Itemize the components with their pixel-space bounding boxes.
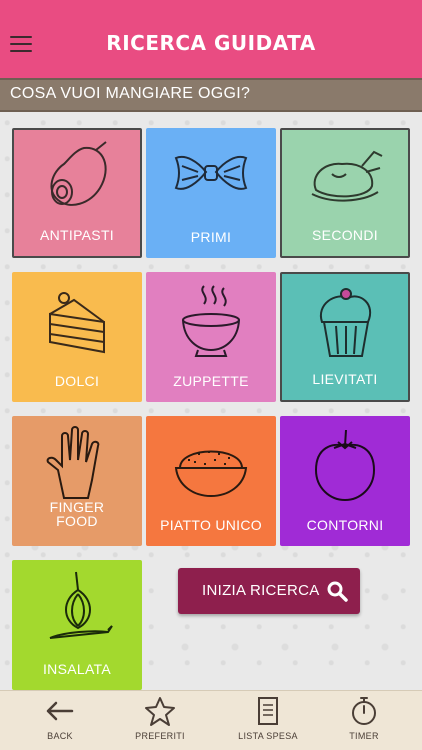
stopwatch-icon [352, 697, 376, 725]
tab-label: TIMER [349, 731, 379, 741]
hand-icon [12, 424, 142, 504]
question-text: COSA VUOI MANGIARE OGGI? [10, 85, 251, 102]
category-label: ZUPPETTE [173, 373, 249, 389]
category-primi[interactable]: PRIMI [146, 128, 276, 258]
start-search-button[interactable]: INIZIA RICERCA [178, 568, 360, 614]
category-contorni[interactable]: CONTORNI [280, 416, 410, 546]
tab-back[interactable]: BACK [20, 695, 100, 749]
tomato-icon [280, 424, 410, 504]
roast-chicken-icon [282, 138, 408, 218]
category-insalata[interactable]: INSALATA [12, 560, 142, 690]
category-label: CONTORNI [306, 517, 384, 533]
tab-preferiti[interactable]: PREFERITI [120, 695, 200, 749]
soup-bowl-icon [146, 280, 276, 360]
category-lievitati[interactable]: LIEVITATI [280, 272, 410, 402]
category-label: PRIMI [190, 229, 232, 245]
tab-label: LISTA SPESA [238, 731, 298, 741]
back-arrow-icon [46, 701, 74, 721]
header: RICERCA GUIDATA [0, 0, 422, 78]
category-secondi[interactable]: SECONDI [280, 128, 410, 258]
category-label: PIATTO UNICO [160, 517, 262, 533]
tab-label: BACK [47, 731, 73, 741]
category-piatto-unico[interactable]: PIATTO UNICO [146, 416, 276, 546]
category-finger-food[interactable]: FINGER FOOD [12, 416, 142, 546]
tab-timer[interactable]: TIMER [324, 695, 404, 749]
category-zuppette[interactable]: ZUPPETTE [146, 272, 276, 402]
category-label: DOLCI [54, 373, 100, 389]
start-search-label: INIZIA RICERCA [202, 582, 320, 599]
rice-bowl-icon [146, 424, 276, 504]
star-icon [145, 697, 175, 726]
category-label: SECONDI [312, 227, 378, 243]
category-dolci[interactable]: DOLCI [12, 272, 142, 402]
notepad-icon [258, 697, 278, 725]
ham-icon [14, 138, 140, 218]
bottom-tab-bar: BACK PREFERITI LISTA SPESA TIMER [0, 690, 422, 750]
cake-slice-icon [12, 280, 142, 360]
question-bar: COSA VUOI MANGIARE OGGI? [0, 78, 422, 112]
category-label: LIEVITATI [312, 371, 378, 387]
tab-label: PREFERITI [135, 731, 185, 741]
pasta-icon [146, 136, 276, 216]
category-label: ANTIPASTI [39, 227, 114, 243]
muffin-icon [282, 282, 408, 362]
tab-lista-spesa[interactable]: LISTA SPESA [228, 695, 308, 749]
category-label: FINGER FOOD [49, 499, 105, 529]
onion-carrot-icon [12, 568, 142, 648]
category-antipasti[interactable]: ANTIPASTI [12, 128, 142, 258]
search-icon [327, 581, 348, 602]
page-title: RICERCA GUIDATA [106, 31, 316, 55]
category-label: INSALATA [42, 661, 111, 677]
